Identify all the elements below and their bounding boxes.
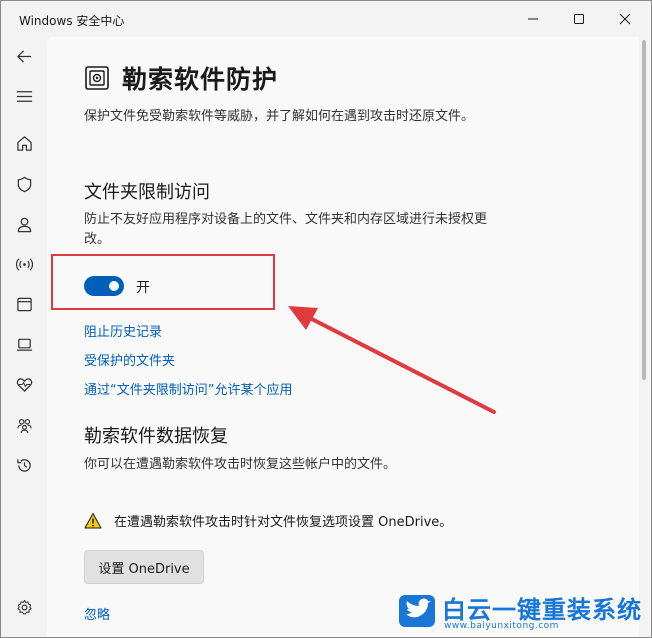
nav-home[interactable] — [9, 128, 39, 158]
recovery-description: 你可以在遭遇勒索软件攻击时恢复这些帐户中的文件。 — [84, 457, 397, 472]
shield-icon — [17, 176, 31, 192]
watermark-url: www.baiyunxitong.com — [444, 621, 559, 631]
warning-text: 在遭遇勒索软件攻击时针对文件恢复选项设置 OneDrive。 — [114, 515, 453, 530]
folder-access-description-line1: 防止不友好应用程序对设备上的文件、文件夹和内存区域进行未授权更 — [84, 212, 488, 227]
nav-app-browser-control[interactable] — [9, 289, 39, 319]
title-bar: Windows 安全中心 — [1, 1, 651, 37]
home-icon — [16, 135, 32, 151]
nav-family-options[interactable] — [9, 410, 39, 440]
wireless-icon — [15, 257, 33, 271]
watermark-text: 白云一键重装系统 — [442, 596, 642, 624]
dismiss-link[interactable]: 忽略 — [84, 604, 110, 623]
family-icon — [16, 418, 32, 433]
onedrive-warning: 在遭遇勒索软件攻击时针对文件恢复选项设置 OneDrive。 — [84, 511, 452, 530]
allow-app-link[interactable]: 通过“文件夹限制访问”允许某个应用 — [84, 379, 292, 398]
maximize-button[interactable] — [556, 1, 602, 37]
navigation-rail — [1, 37, 47, 637]
maximize-icon — [574, 14, 584, 24]
nav-device-performance[interactable] — [9, 369, 39, 399]
page-description: 保护文件免受勒索软件等威胁，并了解如何在遇到攻击时还原文件。 — [84, 109, 475, 124]
nav-firewall-network[interactable] — [9, 249, 39, 279]
protected-folders-link[interactable]: 受保护的文件夹 — [84, 350, 175, 369]
nav-device-security[interactable] — [9, 329, 39, 359]
setup-onedrive-button[interactable]: 设置 OneDrive — [84, 550, 204, 584]
page-header: 勒索软件防护 — [84, 60, 278, 96]
person-icon — [17, 217, 31, 232]
vertical-scrollbar[interactable] — [642, 40, 646, 380]
history-icon — [16, 458, 31, 472]
heart-pulse-icon — [16, 377, 32, 392]
folder-access-title: 文件夹限制访问 — [84, 182, 210, 203]
app-browser-icon — [16, 297, 32, 311]
folder-access-toggle[interactable] — [84, 276, 124, 296]
menu-button[interactable] — [9, 81, 39, 111]
minimize-icon — [528, 18, 538, 20]
warning-icon — [84, 512, 102, 528]
hamburger-menu-icon — [16, 90, 32, 102]
window-title: Windows 安全中心 — [19, 14, 125, 28]
folder-access-description-line2: 改。 — [84, 232, 111, 247]
close-icon — [619, 13, 631, 25]
nav-settings[interactable] — [9, 592, 39, 622]
minimize-button[interactable] — [510, 1, 556, 37]
toggle-knob — [109, 281, 119, 291]
nav-account-protection[interactable] — [9, 209, 39, 239]
watermark: 白云一键重装系统 www.baiyunxitong.com — [398, 590, 648, 634]
block-history-link[interactable]: 阻止历史记录 — [84, 321, 162, 340]
page-title: 勒索软件防护 — [122, 65, 279, 94]
bird-logo-icon — [399, 595, 435, 627]
ransomware-protection-icon — [85, 66, 109, 90]
laptop-icon — [16, 338, 32, 351]
nav-protection-history[interactable] — [9, 450, 39, 480]
recovery-title: 勒索软件数据恢复 — [84, 426, 228, 447]
settings-gear-icon — [16, 599, 32, 615]
back-button[interactable] — [9, 41, 39, 71]
nav-virus-protection[interactable] — [9, 169, 39, 199]
toggle-state-label: 开 — [136, 280, 150, 296]
back-arrow-icon — [16, 49, 31, 63]
close-button[interactable] — [602, 1, 648, 37]
